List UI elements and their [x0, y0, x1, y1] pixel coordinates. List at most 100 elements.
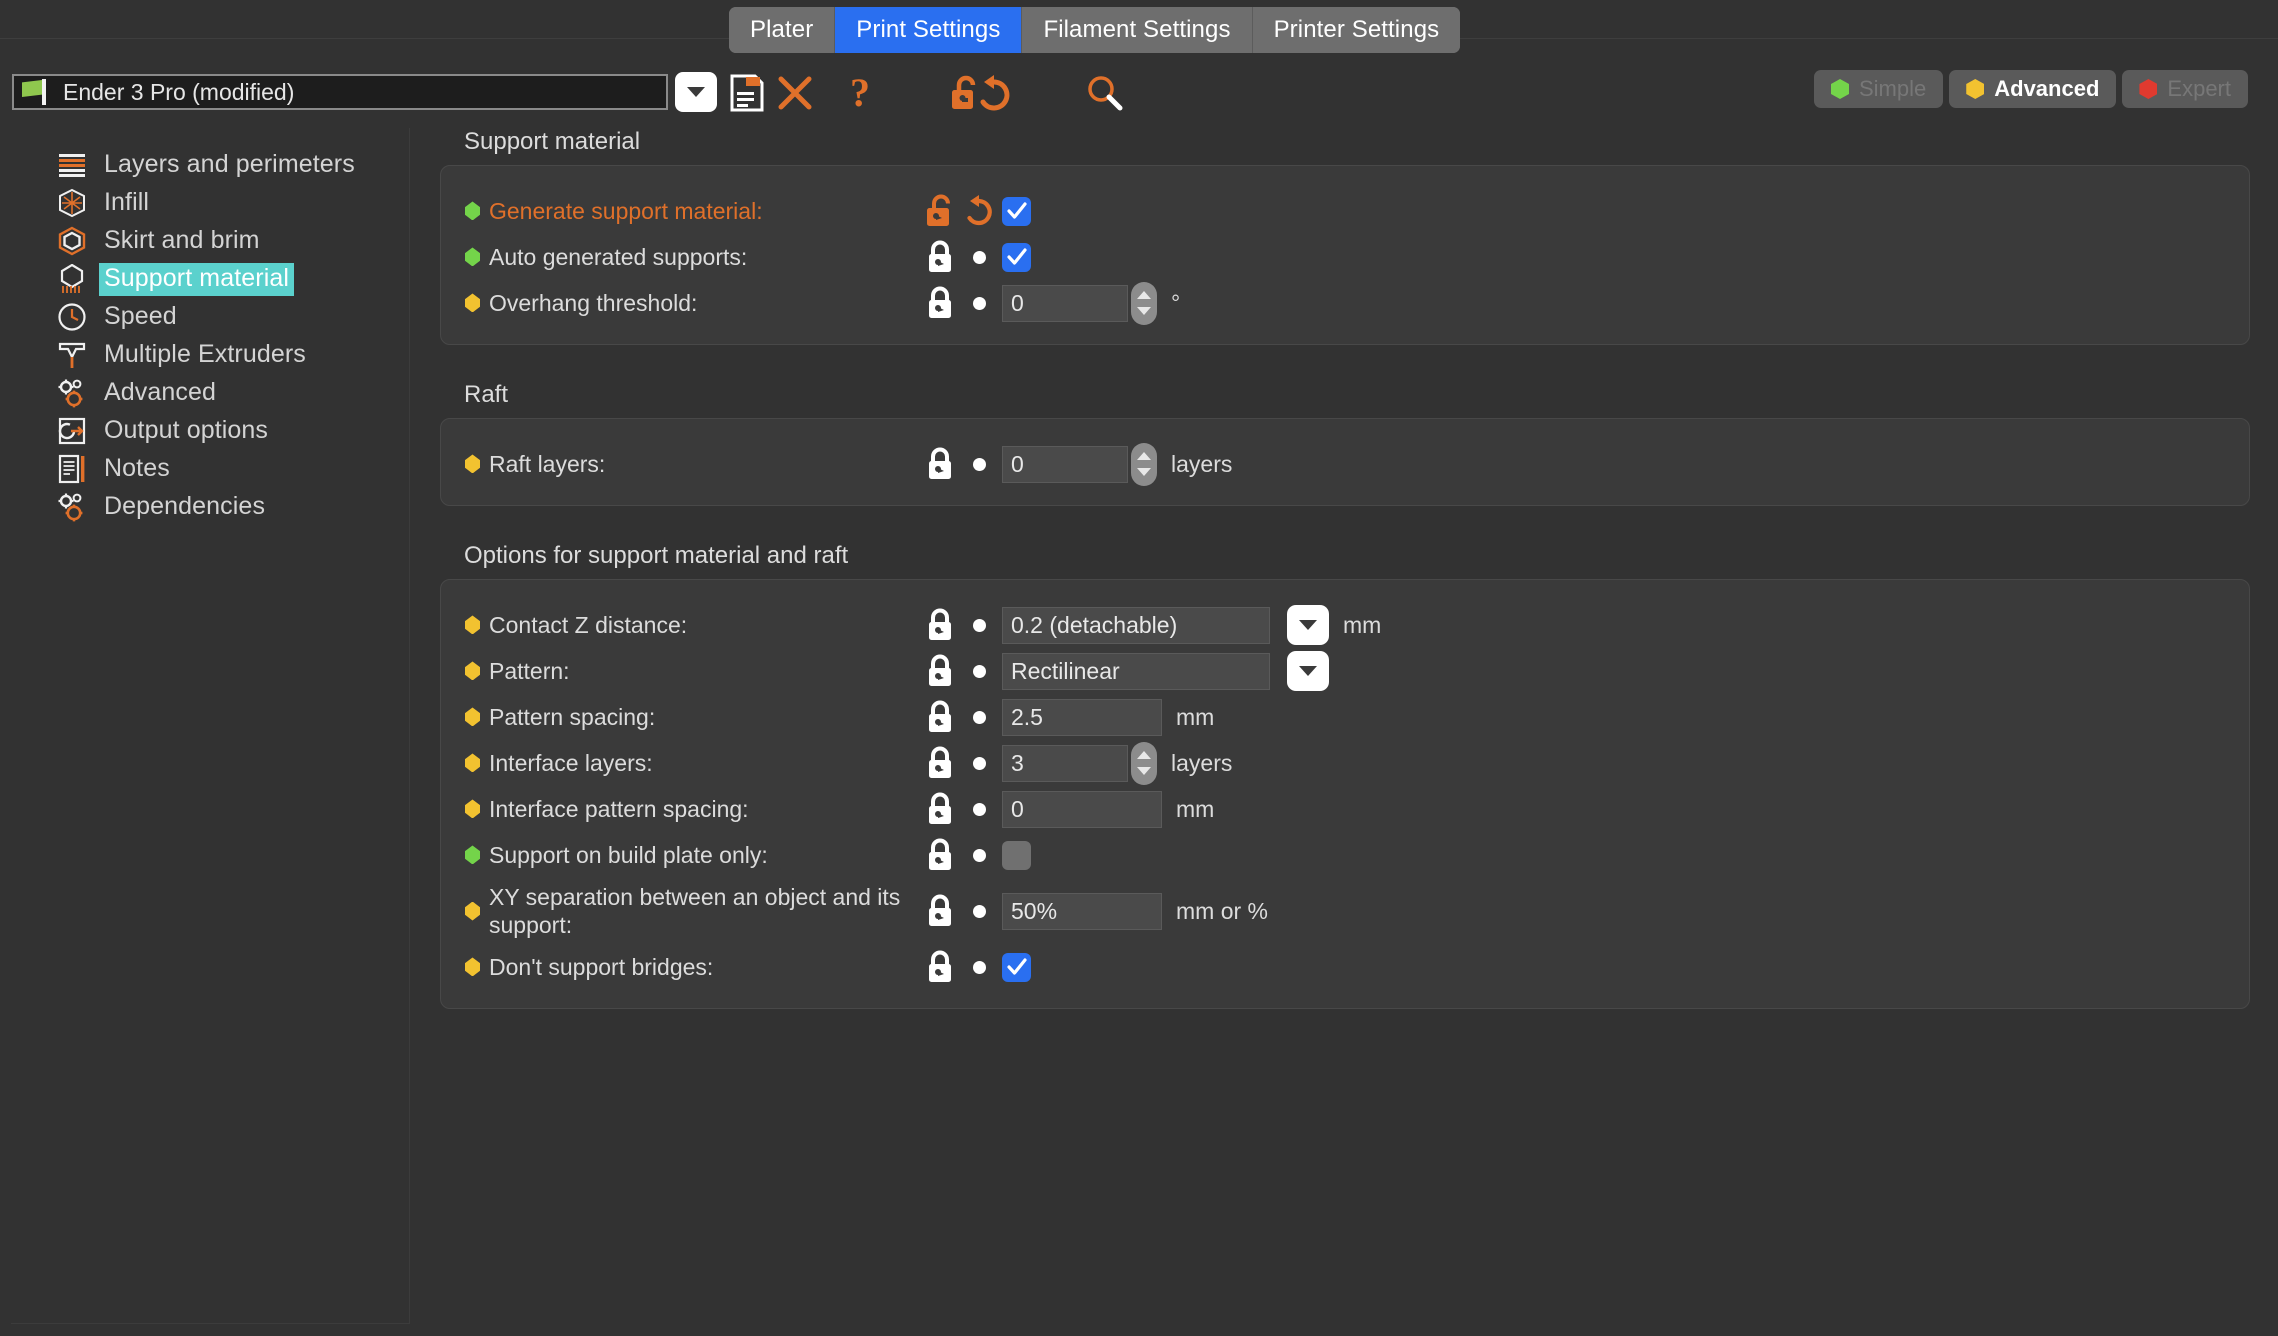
mode-level-bullet-icon	[465, 707, 480, 726]
search-button[interactable]	[1085, 73, 1125, 113]
closed-padlock-icon[interactable]	[925, 240, 955, 274]
tab-printer-settings[interactable]: Printer Settings	[1253, 7, 1461, 53]
mode-label: Advanced	[1994, 76, 2099, 102]
setting-label: Raft layers:	[489, 450, 605, 478]
setting-label: Overhang threshold:	[489, 289, 697, 317]
mode-level-bullet-icon	[465, 454, 480, 473]
sidebar-item-speed[interactable]: Speed	[11, 298, 409, 336]
combo-dropdown-button[interactable]	[1287, 605, 1329, 645]
closed-padlock-icon[interactable]	[925, 838, 955, 872]
unlocked-padlock-icon[interactable]	[925, 194, 955, 228]
stepper-down-icon[interactable]	[1137, 767, 1151, 775]
sidebar-item-layers-and-perimeters[interactable]: Layers and perimeters	[11, 146, 409, 184]
sidebar-item-support-material[interactable]: Support material	[11, 260, 409, 298]
mode-button-expert[interactable]: Expert	[2122, 70, 2248, 108]
stepper-down-icon[interactable]	[1137, 468, 1151, 476]
closed-padlock-icon[interactable]	[925, 894, 955, 928]
preset-name-text: Ender 3 Pro (modified)	[63, 79, 294, 106]
stepper-up-icon[interactable]	[1137, 291, 1151, 299]
support-icon	[57, 264, 87, 294]
save-preset-button[interactable]	[727, 73, 767, 113]
setting-label: Interface layers:	[489, 749, 653, 777]
setting-text-input[interactable]: 0	[1002, 791, 1162, 828]
stepper-up-icon[interactable]	[1137, 751, 1151, 759]
sidebar-item-label: Dependencies	[99, 491, 270, 524]
mode-label: Expert	[2167, 76, 2231, 102]
setting-text-input[interactable]: 50%	[1002, 893, 1162, 930]
tab-plater[interactable]: Plater	[729, 7, 835, 53]
stepper-down-icon[interactable]	[1137, 307, 1151, 315]
closed-padlock-icon[interactable]	[925, 950, 955, 984]
closed-padlock-icon	[925, 240, 955, 274]
settings-group-panel: Contact Z distance:0.2 (detachable)mmPat…	[440, 579, 2250, 1009]
setting-row: Auto generated supports:	[441, 234, 2249, 280]
combo-dropdown-button[interactable]	[1287, 651, 1329, 691]
unmodified-dot-icon	[960, 894, 998, 928]
sidebar-item-output-options[interactable]: Output options	[11, 412, 409, 450]
sidebar-item-dependencies[interactable]: Dependencies	[11, 488, 409, 526]
setting-label-cell: Generate support material:	[465, 197, 925, 225]
settings-category-sidebar[interactable]: Layers and perimetersInfillSkirt and bri…	[11, 128, 410, 1324]
setting-label-cell: Contact Z distance:	[465, 611, 925, 639]
closed-padlock-icon[interactable]	[925, 286, 955, 320]
closed-padlock-icon	[925, 950, 955, 984]
tab-filament-settings[interactable]: Filament Settings	[1022, 7, 1252, 53]
setting-label: Auto generated supports:	[489, 243, 747, 271]
closed-padlock-icon[interactable]	[925, 746, 955, 780]
preset-dropdown-button[interactable]	[675, 72, 717, 112]
sidebar-item-multiple-extruders[interactable]: Multiple Extruders	[11, 336, 409, 374]
main-tab-bar[interactable]: PlaterPrint SettingsFilament SettingsPri…	[729, 7, 1460, 53]
setting-label-cell: Pattern:	[465, 657, 925, 685]
setting-label: Generate support material:	[489, 197, 763, 225]
green-flag-icon	[22, 79, 50, 105]
revert-button[interactable]	[972, 73, 1016, 113]
setting-combo-value[interactable]: Rectilinear	[1002, 653, 1270, 690]
closed-padlock-icon	[925, 447, 955, 481]
setting-checkbox[interactable]	[1002, 841, 1031, 870]
setting-label: Contact Z distance:	[489, 611, 687, 639]
setting-row: Interface pattern spacing:0mm	[441, 786, 2249, 832]
sidebar-item-skirt-and-brim[interactable]: Skirt and brim	[11, 222, 409, 260]
number-stepper[interactable]	[1131, 282, 1157, 325]
settings-content-area: Support materialGenerate support materia…	[440, 128, 2250, 1045]
closed-padlock-icon[interactable]	[925, 447, 955, 481]
delete-preset-button[interactable]	[775, 73, 815, 113]
closed-padlock-icon[interactable]	[925, 700, 955, 734]
number-stepper[interactable]	[1131, 742, 1157, 785]
setting-label-cell: Support on build plate only:	[465, 841, 925, 869]
setting-label-cell: Don't support bridges:	[465, 953, 925, 981]
mode-button-simple[interactable]: Simple	[1814, 70, 1943, 108]
mode-button-advanced[interactable]: Advanced	[1949, 70, 2116, 108]
setting-text-input[interactable]: 0	[1002, 446, 1128, 483]
unmodified-dot-icon	[960, 447, 998, 481]
tab-print-settings[interactable]: Print Settings	[835, 7, 1022, 53]
revert-arrow-icon	[974, 74, 1014, 112]
setting-text-input[interactable]: 2.5	[1002, 699, 1162, 736]
close-x-icon	[777, 75, 813, 111]
gears-icon	[57, 492, 87, 522]
help-button[interactable]: ?	[843, 73, 877, 113]
sidebar-item-infill[interactable]: Infill	[11, 184, 409, 222]
setting-checkbox[interactable]	[1002, 197, 1031, 226]
sidebar-item-notes[interactable]: Notes	[11, 450, 409, 488]
closed-padlock-icon[interactable]	[925, 792, 955, 826]
closed-padlock-icon	[925, 654, 955, 688]
preset-combo-field[interactable]: Ender 3 Pro (modified)	[12, 74, 668, 110]
revert-arrow-icon[interactable]	[960, 194, 998, 228]
setting-combo-value[interactable]: 0.2 (detachable)	[1002, 607, 1270, 644]
number-stepper[interactable]	[1131, 443, 1157, 486]
mode-selector[interactable]: Simple Advanced Expert	[1814, 70, 2248, 108]
unit-label: mm or %	[1176, 898, 1268, 925]
mode-level-bullet-icon	[465, 753, 480, 772]
closed-padlock-icon[interactable]	[925, 608, 955, 642]
stepper-up-icon[interactable]	[1137, 452, 1151, 460]
setting-label-cell: Interface layers:	[465, 749, 925, 777]
setting-text-input[interactable]: 3	[1002, 745, 1128, 782]
setting-checkbox[interactable]	[1002, 243, 1031, 272]
closed-padlock-icon[interactable]	[925, 654, 955, 688]
setting-text-input[interactable]: 0	[1002, 285, 1128, 322]
sidebar-item-advanced[interactable]: Advanced	[11, 374, 409, 412]
setting-checkbox[interactable]	[1002, 953, 1031, 982]
sidebar-item-label: Layers and perimeters	[99, 149, 360, 182]
unmodified-dot-icon	[960, 838, 998, 872]
